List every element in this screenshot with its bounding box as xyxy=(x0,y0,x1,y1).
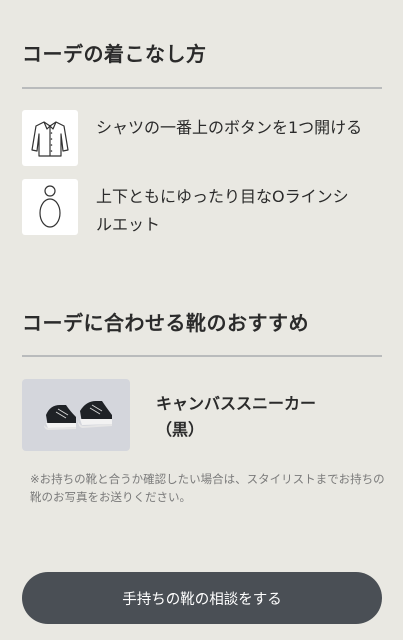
section-title-shoe-recommendation: コーデに合わせる靴のおすすめ xyxy=(22,311,309,335)
divider xyxy=(22,87,382,89)
shirt-icon xyxy=(22,110,78,166)
tip-text: 上下ともにゆったり目なOラインシルエット xyxy=(96,187,349,234)
tip-text: シャツの一番上のボタンを1つ開ける xyxy=(96,118,363,137)
sneaker-image xyxy=(22,379,130,451)
consult-shoes-button[interactable]: 手持ちの靴の相談をする xyxy=(22,572,382,624)
tip-item-shirt: シャツの一番上のボタンを1つ開ける xyxy=(22,110,382,166)
divider xyxy=(22,355,382,357)
consultation-note: ※お持ちの靴と合うか確認したい場合は、スタイリストまでお持ちの靴のお写真をお送り… xyxy=(30,472,385,504)
o-line-silhouette-icon xyxy=(22,179,78,235)
section-title-coordinate-tips: コーデの着こなし方 xyxy=(22,42,207,66)
shoe-name: キャンバススニーカー（黒） xyxy=(156,394,317,439)
shoe-recommendation-item: キャンバススニーカー（黒） xyxy=(22,379,382,451)
tip-item-silhouette: 上下ともにゆったり目なOラインシルエット xyxy=(22,179,382,239)
